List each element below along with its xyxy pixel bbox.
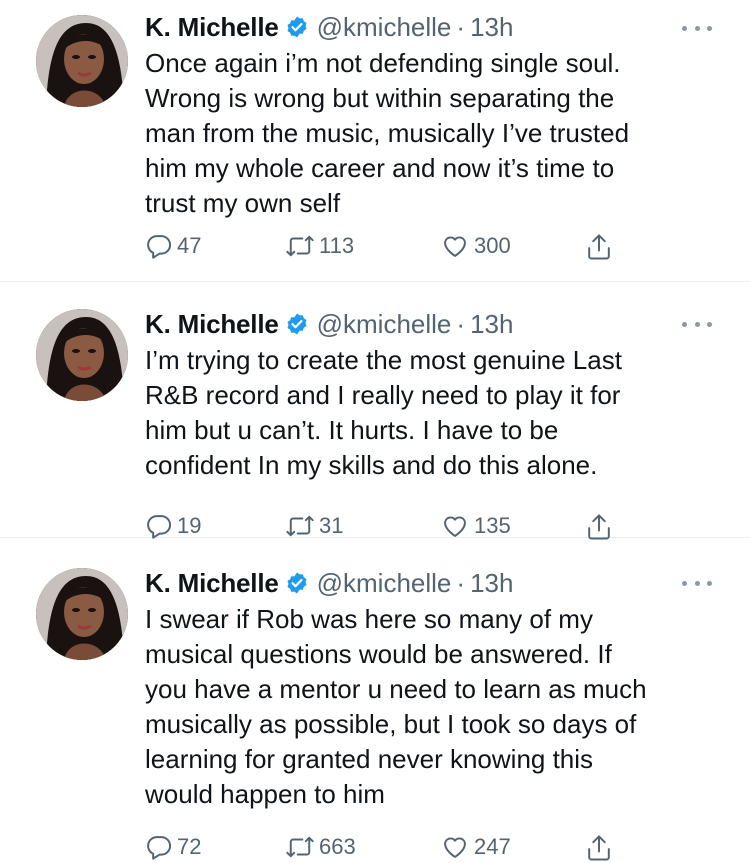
tweet-timestamp[interactable]: 13h — [470, 568, 513, 599]
retweet-count: 113 — [319, 233, 355, 258]
tweet-actions: 72 663 247 — [145, 833, 625, 863]
avatar[interactable] — [36, 568, 128, 660]
like-button[interactable]: 135 — [440, 512, 511, 540]
heart-icon — [440, 232, 470, 260]
tweet-timestamp[interactable]: 13h — [470, 12, 513, 43]
avatar[interactable] — [36, 15, 128, 107]
speech-bubble-icon — [145, 512, 173, 540]
author-name[interactable]: K. Michelle — [145, 12, 279, 43]
retweet-count: 663 — [319, 834, 356, 859]
separator-dot: · — [456, 11, 466, 42]
reply-count: 72 — [177, 834, 202, 859]
tweet[interactable]: K. Michelle @kmichelle · 13h Once again … — [0, 0, 750, 282]
reply-button[interactable]: 19 — [145, 512, 201, 540]
ellipsis-icon[interactable] — [682, 577, 712, 589]
share-button[interactable] — [585, 833, 613, 863]
separator-dot: · — [456, 567, 466, 598]
tweet-text: Once again i’m not defending single soul… — [145, 48, 630, 218]
retweet-arrows-icon — [285, 232, 315, 260]
tweet[interactable]: K. Michelle @kmichelle · 13h I’m trying … — [0, 282, 750, 540]
share-upload-icon — [585, 833, 613, 863]
speech-bubble-icon — [145, 232, 173, 260]
like-count: 300 — [474, 233, 511, 258]
retweet-arrows-icon — [285, 512, 315, 540]
author-handle[interactable]: @kmichelle — [317, 12, 452, 43]
author-name[interactable]: K. Michelle — [145, 568, 279, 599]
reply-count: 47 — [177, 233, 202, 258]
tweet[interactable]: K. Michelle @kmichelle · 13h I swear if … — [0, 538, 750, 861]
tweet-actions: 47 113 300 — [145, 232, 625, 262]
share-upload-icon — [585, 232, 613, 262]
heart-icon — [440, 512, 470, 540]
share-button[interactable] — [585, 232, 613, 262]
tweet-header: K. Michelle @kmichelle · 13h — [145, 10, 720, 44]
reply-button[interactable]: 47 — [145, 232, 201, 260]
author-name[interactable]: K. Michelle — [145, 309, 279, 340]
reply-count: 19 — [177, 513, 202, 538]
tweet-text: I swear if Rob was here so many of my mu… — [145, 604, 647, 809]
retweet-button[interactable]: 31 — [285, 512, 343, 540]
tweet-timestamp[interactable]: 13h — [470, 309, 513, 340]
ellipsis-icon[interactable] — [682, 22, 712, 34]
tweet-header: K. Michelle @kmichelle · 13h — [145, 307, 720, 341]
author-handle[interactable]: @kmichelle — [317, 568, 452, 599]
verified-badge-icon — [285, 571, 309, 595]
like-count: 247 — [474, 834, 511, 859]
retweet-button[interactable]: 113 — [285, 232, 354, 260]
like-button[interactable]: 300 — [440, 232, 511, 260]
like-count: 135 — [474, 513, 511, 538]
author-handle[interactable]: @kmichelle — [317, 309, 452, 340]
verified-badge-icon — [285, 312, 309, 336]
timeline-feed: K. Michelle @kmichelle · 13h Once again … — [0, 0, 750, 861]
tweet-text: I’m trying to create the most genuine La… — [145, 345, 622, 480]
avatar[interactable] — [36, 309, 128, 401]
tweet-header: K. Michelle @kmichelle · 13h — [145, 566, 720, 600]
verified-badge-icon — [285, 15, 309, 39]
retweet-count: 31 — [319, 513, 344, 538]
separator-dot: · — [456, 308, 466, 339]
ellipsis-icon[interactable] — [682, 318, 712, 330]
